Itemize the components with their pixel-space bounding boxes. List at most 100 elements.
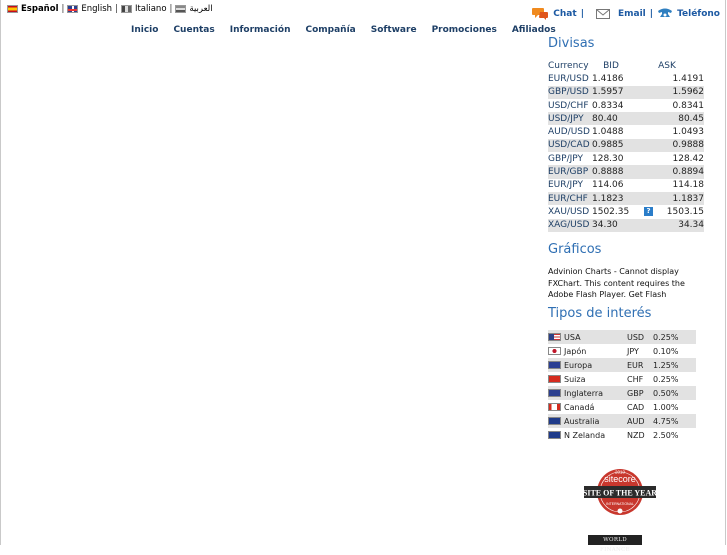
ask-value: 80.45 (678, 113, 704, 124)
bid-value: 0.8888 (592, 167, 624, 178)
bid-value: 1.4186 (592, 73, 624, 84)
nav-informacion[interactable]: Información (230, 25, 291, 35)
uk-flag-icon (67, 5, 79, 13)
interest-rate: 2.50% (653, 430, 679, 440)
phone-icon[interactable] (657, 8, 673, 19)
ask-value: 1.5962 (672, 87, 705, 98)
interest-rate: 0.25% (653, 374, 679, 384)
help-icon[interactable]: ? (644, 207, 653, 217)
award-banner: SITE OF THE YEAR (583, 489, 657, 498)
currency-code: CHF (627, 374, 644, 384)
bid-value: 0.9885 (592, 140, 624, 151)
bid-value: 80.40 (592, 113, 618, 124)
award-brand: sitecore (604, 474, 636, 484)
interest-rate: 0.10% (653, 346, 679, 356)
currency-pair: EUR/JPY (548, 180, 583, 191)
country-name: Canadá (564, 402, 595, 412)
sitecore-award-badge[interactable]: 2010 sitecore SITE OF THE YEAR INTERNATI… (582, 465, 658, 521)
chat-icon[interactable] (532, 6, 549, 21)
currency-pair: EUR/GBP (548, 167, 589, 178)
rate-row: USA USD 0.25% (548, 330, 696, 344)
country-name: Suiza (564, 374, 586, 384)
ask-value: 0.9888 (672, 140, 705, 151)
interest-rate: 1.00% (653, 402, 679, 412)
flag-cell (548, 431, 564, 439)
currency-code: USD (627, 332, 645, 342)
nav-inicio[interactable]: Inicio (131, 25, 158, 35)
page-right-border (725, 0, 726, 545)
rate-row: N Zelanda NZD 2.50% (548, 428, 696, 442)
currency-table-body[interactable]: EUR/USD 1.4186 1.4191 GBP/USD 1.5957 1.5962 US… (548, 72, 704, 247)
chat-link[interactable]: Chat (553, 9, 576, 19)
bid-value: 0.8334 (592, 100, 624, 111)
tipos-section: Tipos de interés (548, 306, 708, 321)
nav-cuentas[interactable]: Cuentas (173, 25, 214, 35)
ask-value: 34.34 (678, 220, 704, 231)
language-bar: Español | English | Italiano | العربية (7, 3, 213, 15)
interest-rate: 1.25% (653, 360, 679, 370)
nav-afiliados[interactable]: Afiliados (512, 25, 556, 35)
flag-cell (548, 333, 564, 341)
ar-flag-icon (175, 5, 187, 13)
ask-value: 128.42 (672, 153, 705, 164)
header-currency: Currency (548, 60, 589, 71)
lang-italiano[interactable]: Italiano (135, 4, 167, 14)
us-flag-icon (548, 333, 561, 341)
jp-flag-icon (548, 347, 561, 355)
currency-code: GBP (627, 388, 644, 398)
currency-code: NZD (627, 430, 645, 440)
currency-pair: EUR/CHF (548, 193, 588, 204)
currency-row: GBP/JPY 128.30 128.42 (548, 152, 704, 165)
ask-value: 1503.15 (666, 206, 704, 217)
currency-pair: GBP/JPY (548, 153, 583, 164)
currency-row: GBP/USD 1.5957 1.5962 (548, 85, 705, 99)
divisas-title: Divisas (548, 36, 595, 51)
uk-flag-icon (548, 389, 561, 397)
currency-pair: GBP/USD (548, 87, 589, 98)
flag-cell (548, 389, 564, 397)
currency-code: AUD (627, 416, 645, 426)
divisas-section: Divisas (548, 36, 708, 51)
contact-bar: Chat | Email | Teléfono (532, 6, 720, 21)
lang-espanol[interactable]: Español (21, 4, 59, 14)
lang-arabic[interactable]: العربية (189, 4, 212, 14)
currency-pair: USD/CHF (548, 100, 589, 111)
page-left-border (0, 0, 1, 545)
flag-cell (548, 403, 564, 411)
lang-separator: | (169, 4, 173, 14)
award-sub: INTERNATIONAL (606, 502, 634, 506)
nav-compania[interactable]: Compañía (305, 25, 355, 35)
flag-cell (548, 417, 564, 425)
bid-value: 128.30 (592, 153, 624, 164)
lang-english[interactable]: English (81, 4, 112, 14)
interest-rate: 0.50% (653, 388, 679, 398)
ask-value: 0.8894 (672, 167, 705, 178)
bid-value: 1.0488 (592, 127, 624, 138)
graficos-title: Gráficos (548, 242, 602, 257)
lang-separator: | (115, 4, 118, 14)
graficos-flash-message: Advinion Charts - Cannot display FXChart… (548, 267, 685, 299)
bid-value: 1502.35 (592, 206, 630, 217)
currency-row: AUD/USD 1.0488 1.0493 (548, 125, 704, 138)
currency-row: EUR/GBP 0.8888 0.8894 (548, 165, 705, 179)
currency-row: EUR/USD 1.4186 1.4191 (548, 72, 704, 85)
email-link[interactable]: Email (618, 9, 646, 19)
currency-table-header: Currency BID ASK (548, 59, 704, 72)
graficos-section: Gráficos (548, 242, 708, 257)
nav-promociones[interactable]: Promociones (432, 25, 497, 35)
currency-code: JPY (627, 346, 639, 356)
country-name: Australia (564, 416, 600, 426)
contact-separator: | (580, 8, 584, 19)
nav-software[interactable]: Software (371, 25, 417, 35)
currency-row: XAU/USD 1502.35? 1503.15 (548, 205, 704, 218)
world-finance-logo[interactable]: WORLD FINANCE (588, 535, 642, 553)
currency-pair: XAG/USD (548, 220, 590, 231)
country-name: N Zelanda (564, 430, 606, 440)
phone-link[interactable]: Teléfono (677, 9, 720, 19)
tipos-title: Tipos de interés (548, 306, 652, 321)
mail-icon[interactable] (595, 8, 610, 19)
flag-cell (548, 361, 564, 369)
currency-code: CAD (627, 402, 645, 412)
ask-value: 0.8341 (672, 100, 705, 111)
es-flag-icon (7, 5, 18, 13)
